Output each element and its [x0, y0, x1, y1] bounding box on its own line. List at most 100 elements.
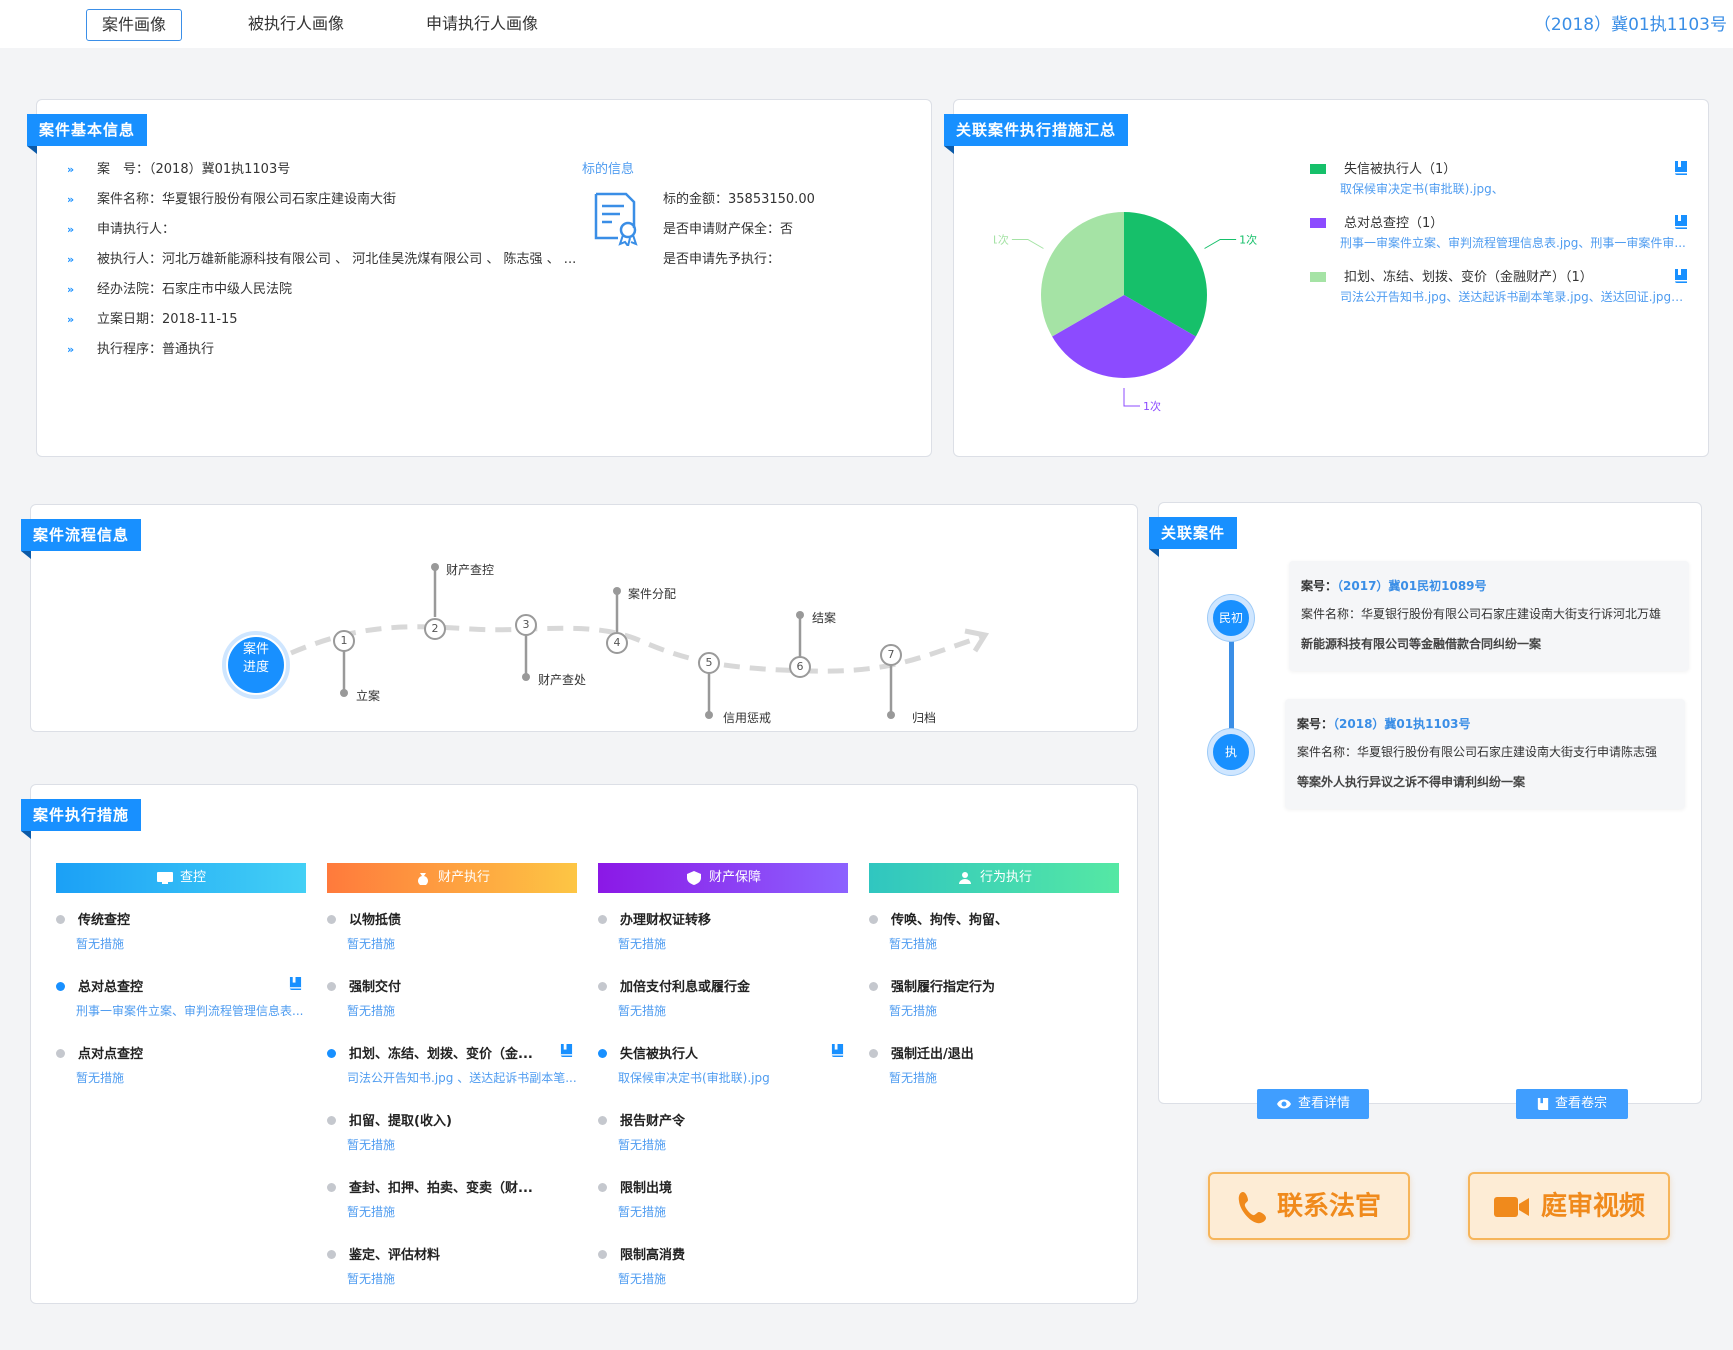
- measure-item[interactable]: 加倍支付利息或履行金暂无措施: [598, 972, 848, 1028]
- measure-files-link[interactable]: 暂无措施: [889, 935, 1119, 952]
- measure-files-link[interactable]: 刑事一审案件立案、审判流程管理信息表...: [76, 1002, 306, 1019]
- measure-files-link[interactable]: 暂无措施: [618, 1270, 848, 1287]
- eye-icon: [1276, 1099, 1291, 1108]
- step-node-3[interactable]: 3: [515, 614, 537, 636]
- measure-files-link[interactable]: 暂无措施: [347, 1002, 577, 1019]
- double-arrow-icon: »: [67, 193, 75, 206]
- step-node-6[interactable]: 6: [789, 656, 811, 678]
- target-label: 是否申请财产保全：: [663, 222, 781, 237]
- measure-name: 鉴定、评估材料: [349, 1248, 441, 1263]
- process-start-line-1: 案件: [242, 642, 269, 657]
- info-value: 普通执行: [162, 342, 215, 357]
- measure-item[interactable]: 点对点查控 暂无措施: [56, 1039, 306, 1095]
- trial-video-label: 庭审视频: [1540, 1191, 1645, 1222]
- info-row-applicant: » 申请执行人：: [67, 220, 175, 240]
- measure-files-link[interactable]: 暂无措施: [76, 935, 306, 952]
- col-header-property-guarantee: 财产保障: [598, 863, 848, 893]
- measure-item[interactable]: 限制高消费 暂无措施: [598, 1240, 848, 1296]
- money-bag-icon: [418, 872, 428, 885]
- info-value: （2018）冀01执1103号: [149, 162, 291, 177]
- measure-item[interactable]: 强制履行指定行为 暂无措施: [869, 972, 1119, 1028]
- person-icon: [958, 871, 971, 884]
- measure-item[interactable]: 报告财产令 暂无措施: [598, 1106, 848, 1162]
- measure-files-link[interactable]: 暂无措施: [618, 935, 848, 952]
- measure-item[interactable]: 鉴定、评估材料暂无措施: [327, 1240, 577, 1296]
- measure-files-link[interactable]: 暂无措施: [347, 1136, 577, 1153]
- measure-item[interactable]: 查封、扣押、拍卖、变卖（财... 暂无措施: [327, 1173, 577, 1229]
- case-no-link[interactable]: （2018）冀01执1103号: [1333, 717, 1471, 731]
- measure-files-link[interactable]: 暂无措施: [889, 1002, 1119, 1019]
- pie-label-leader: [1204, 239, 1237, 249]
- view-detail-label: 查看详情: [1297, 1096, 1350, 1111]
- measure-name: 总对总查控: [78, 980, 144, 995]
- view-file-label: 查看卷宗: [1554, 1096, 1607, 1111]
- measure-files-link[interactable]: 暂无措施: [347, 1203, 577, 1220]
- book-icon[interactable]: [560, 1043, 573, 1058]
- book-icon[interactable]: [831, 1043, 844, 1058]
- legend-item-freeze[interactable]: 扣划、冻结、划拨、变价（金融财产）（1） 司法公开告知书.jpg、送达起诉书副本…: [1310, 266, 1700, 310]
- case-no-link[interactable]: （2017）冀01民初1089号: [1337, 579, 1487, 593]
- step-node-4[interactable]: 4: [606, 632, 628, 654]
- legend-item-dishonest[interactable]: 失信被执行人（1） 取保候审决定书(审批联).jpg、: [1310, 158, 1700, 202]
- measure-files-link[interactable]: 暂无措施: [618, 1136, 848, 1153]
- target-row-advance-execution: 是否申请先予执行：: [663, 248, 780, 267]
- pie-chart: 1次 1次 1次: [994, 212, 1257, 413]
- col-header-control: 查控: [56, 863, 306, 893]
- video-camera-icon: [1493, 1196, 1529, 1217]
- legend-files-link[interactable]: 取保候审决定书(审批联).jpg、: [1340, 180, 1686, 197]
- info-label: 案件名称：: [97, 192, 163, 207]
- measure-files-link[interactable]: 暂无措施: [618, 1002, 848, 1019]
- status-dot: [56, 1049, 65, 1058]
- measure-item[interactable]: 强制交付 暂无措施: [327, 972, 577, 1028]
- info-row-court: » 经办法院：石家庄市中级人民法院: [67, 280, 292, 300]
- view-file-button[interactable]: 查看卷宗: [1516, 1089, 1628, 1119]
- step-node-5[interactable]: 5: [698, 652, 720, 674]
- measure-item[interactable]: 限制出境 暂无措施: [598, 1173, 848, 1229]
- process-start-label: 案件 进度: [226, 641, 286, 677]
- tab-case-profile[interactable]: 案件画像: [86, 9, 182, 41]
- related-case-card-1[interactable]: 案号：（2017）冀01民初1089号 案件名称：华夏银行股份有限公司石家庄建设…: [1289, 561, 1689, 671]
- measure-files-link[interactable]: 暂无措施: [618, 1203, 848, 1220]
- pie-label-leader: [1011, 239, 1044, 249]
- status-dot: [598, 915, 607, 924]
- contact-judge-button[interactable]: 联系法官: [1208, 1172, 1410, 1240]
- measure-name: 扣划、冻结、划拨、变价（金...: [349, 1047, 533, 1062]
- book-icon[interactable]: [289, 976, 302, 991]
- status-dot: [869, 915, 878, 924]
- book-icon[interactable]: [1674, 214, 1688, 230]
- measure-files-link[interactable]: 取保候审决定书(审批联).jpg: [618, 1069, 848, 1086]
- related-badge-2: 执: [1208, 729, 1254, 775]
- legend-item-total-control[interactable]: 总对总查控（1） 刑事一审案件立案、审判流程管理信息表.jpg、刑事一审案件审.…: [1310, 212, 1700, 256]
- step-node-7[interactable]: 7: [880, 644, 902, 666]
- col-header-label: 财产保障: [708, 870, 761, 885]
- step-node-1[interactable]: 1: [333, 630, 355, 652]
- measure-item[interactable]: 总对总查控刑事一审案件立案、审判流程管理信息表...: [56, 972, 306, 1028]
- step-node-2[interactable]: 2: [424, 618, 446, 640]
- measure-item[interactable]: 传统查控 暂无措施: [56, 905, 306, 961]
- col-header-behavior-exec: 行为执行: [869, 863, 1119, 893]
- target-row-preservation: 是否申请财产保全：否: [663, 218, 793, 237]
- trial-video-button[interactable]: 庭审视频: [1468, 1172, 1670, 1240]
- tab-executed-person-profile[interactable]: 被执行人画像: [232, 9, 360, 41]
- measure-item[interactable]: 扣划、冻结、划拨、变价（金... 司法公开告知书.jpg 、送达起诉书副本笔...: [327, 1039, 577, 1095]
- book-icon[interactable]: [1674, 268, 1688, 284]
- legend-files-link[interactable]: 刑事一审案件立案、审判流程管理信息表.jpg、刑事一审案件审...: [1340, 234, 1686, 251]
- measure-files-link[interactable]: 暂无措施: [889, 1069, 1119, 1086]
- legend-title: 总对总查控（1）: [1344, 216, 1444, 231]
- measure-item[interactable]: 以物抵债 暂无措施: [327, 905, 577, 961]
- measure-files-link[interactable]: 司法公开告知书.jpg 、送达起诉书副本笔...: [347, 1069, 577, 1086]
- measure-item[interactable]: 办理财权证转移 暂无措施: [598, 905, 848, 961]
- book-icon[interactable]: [1674, 160, 1688, 176]
- tab-applicant-profile[interactable]: 申请执行人画像: [410, 9, 554, 41]
- measure-files-link[interactable]: 暂无措施: [347, 935, 577, 952]
- measure-item[interactable]: 失信被执行人 取保候审决定书(审批联).jpg: [598, 1039, 848, 1095]
- measure-name: 加倍支付利息或履行金: [620, 980, 751, 995]
- measure-files-link[interactable]: 暂无措施: [76, 1069, 306, 1086]
- related-case-card-2[interactable]: 案号：（2018）冀01执1103号 案件名称：华夏银行股份有限公司石家庄建设南…: [1285, 699, 1685, 809]
- measure-item[interactable]: 强制迁出/退出 暂无措施: [869, 1039, 1119, 1095]
- measure-item[interactable]: 扣留、提取(收入) 暂无措施: [327, 1106, 577, 1162]
- measure-files-link[interactable]: 暂无措施: [347, 1270, 577, 1287]
- view-detail-button[interactable]: 查看详情: [1257, 1089, 1369, 1119]
- measure-item[interactable]: 传唤、拘传、拘留、 暂无措施: [869, 905, 1119, 961]
- legend-files-link[interactable]: 司法公开告知书.jpg、送达起诉书副本笔录.jpg、送达回证.jpg、...: [1340, 288, 1686, 305]
